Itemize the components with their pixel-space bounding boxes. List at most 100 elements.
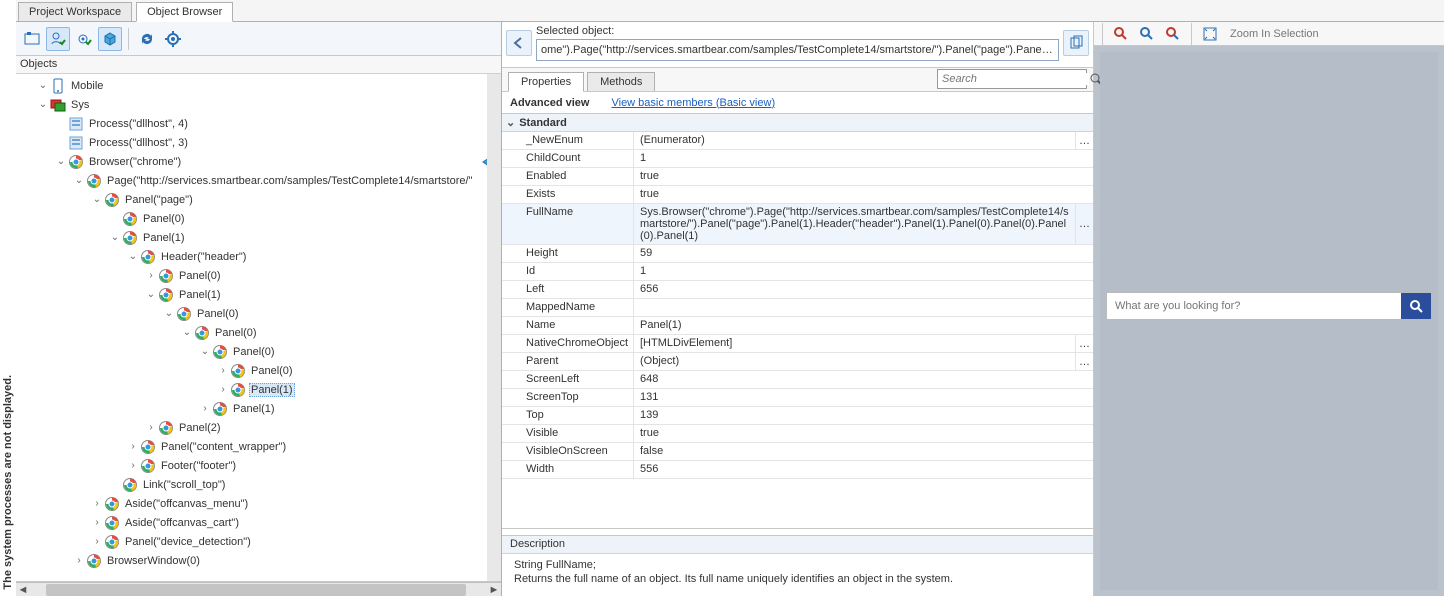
- expand-icon[interactable]: ›: [144, 421, 158, 435]
- tree-node[interactable]: ⌄Header("header"): [18, 247, 501, 266]
- tree-node[interactable]: ⌄Panel(0): [18, 342, 501, 361]
- collapse-icon[interactable]: ⌄: [36, 79, 50, 93]
- highlight-blue-icon[interactable]: [1135, 22, 1159, 46]
- tree-node[interactable]: ›Panel(0): [18, 361, 501, 380]
- property-value[interactable]: 1: [634, 150, 1093, 167]
- expand-icon[interactable]: ›: [90, 497, 104, 511]
- expand-icon[interactable]: ›: [72, 554, 86, 568]
- expand-icon[interactable]: ›: [198, 402, 212, 416]
- property-value[interactable]: 556: [634, 461, 1093, 478]
- collapse-icon[interactable]: ⌄: [90, 193, 104, 207]
- expand-icon[interactable]: ›: [216, 364, 230, 378]
- fit-to-screen-icon[interactable]: [1198, 22, 1222, 46]
- property-row[interactable]: Height59: [502, 245, 1093, 263]
- preview-search-input[interactable]: [1107, 293, 1401, 319]
- expand-icon[interactable]: ›: [126, 440, 140, 454]
- expand-icon[interactable]: ›: [144, 269, 158, 283]
- property-search-input[interactable]: [938, 73, 1089, 85]
- highlight-mixed-icon[interactable]: [1161, 22, 1185, 46]
- property-row[interactable]: Existstrue: [502, 186, 1093, 204]
- expand-icon[interactable]: ›: [90, 516, 104, 530]
- tree-node[interactable]: ›Panel(1): [18, 380, 501, 399]
- collapse-icon[interactable]: ⌄: [126, 250, 140, 264]
- collapse-icon[interactable]: ⌄: [144, 288, 158, 302]
- collapse-icon[interactable]: ⌄: [72, 174, 86, 188]
- tree-node[interactable]: ›Panel(0): [18, 266, 501, 285]
- tree-node[interactable]: ⌄Panel(0): [18, 304, 501, 323]
- property-row[interactable]: Parent(Object)…: [502, 353, 1093, 371]
- tree-node[interactable]: ⌄Page("http://services.smartbear.com/sam…: [18, 171, 501, 190]
- settings-gear-button[interactable]: [161, 27, 185, 51]
- property-value[interactable]: 139: [634, 407, 1093, 424]
- back-button[interactable]: [506, 30, 532, 56]
- tree-node[interactable]: ›Panel("device_detection"): [18, 532, 501, 551]
- property-row[interactable]: Width556: [502, 461, 1093, 479]
- collapse-icon[interactable]: ⌄: [162, 307, 176, 321]
- tree-node[interactable]: ›Aside("offcanvas_cart"): [18, 513, 501, 532]
- group-collapse-icon[interactable]: ⌄: [506, 116, 515, 129]
- tree-node[interactable]: ⌄Browser("chrome"): [18, 152, 501, 171]
- ellipsis-button[interactable]: …: [1075, 132, 1093, 149]
- tree-node[interactable]: ⌄Panel(1): [18, 285, 501, 304]
- tree-node[interactable]: Process("dllhost", 4): [18, 114, 501, 133]
- property-value[interactable]: 656: [634, 281, 1093, 298]
- tree-node[interactable]: ›Panel("content_wrapper"): [18, 437, 501, 456]
- scroll-right-arrow-icon[interactable]: ►: [487, 583, 501, 596]
- property-row[interactable]: Visibletrue: [502, 425, 1093, 443]
- tab-project-workspace[interactable]: Project Workspace: [18, 2, 132, 21]
- property-value[interactable]: [634, 299, 1093, 316]
- property-search[interactable]: [937, 69, 1087, 89]
- tree-node[interactable]: ›Panel(1): [18, 399, 501, 418]
- collapse-icon[interactable]: ⌄: [180, 326, 194, 340]
- preview-search-go-button[interactable]: [1401, 293, 1431, 319]
- tree-node[interactable]: Process("dllhost", 3): [18, 133, 501, 152]
- tree-node[interactable]: ›BrowserWindow(0): [18, 551, 501, 570]
- tree-node[interactable]: ⌄Mobile: [18, 76, 501, 95]
- property-row[interactable]: NamePanel(1): [502, 317, 1093, 335]
- scroll-thumb[interactable]: [46, 584, 466, 596]
- property-row[interactable]: VisibleOnScreenfalse: [502, 443, 1093, 461]
- ellipsis-button[interactable]: …: [1075, 353, 1093, 370]
- tab-object-browser[interactable]: Object Browser: [136, 2, 233, 22]
- tree-node[interactable]: ⌄Panel(0): [18, 323, 501, 342]
- tree-node[interactable]: ⌄Panel(1): [18, 228, 501, 247]
- collapse-icon[interactable]: ⌄: [54, 155, 68, 169]
- property-value[interactable]: 1: [634, 263, 1093, 280]
- property-value[interactable]: 131: [634, 389, 1093, 406]
- tree-node[interactable]: Panel(0): [18, 209, 501, 228]
- property-value[interactable]: 648: [634, 371, 1093, 388]
- collapse-icon[interactable]: ⌄: [36, 98, 50, 112]
- tool-btn-1[interactable]: [20, 27, 44, 51]
- property-value[interactable]: (Enumerator): [634, 132, 1075, 149]
- tree-node[interactable]: ›Panel(2): [18, 418, 501, 437]
- collapse-icon[interactable]: ⌄: [108, 231, 122, 245]
- tree-node[interactable]: ⌄Panel("page"): [18, 190, 501, 209]
- property-value[interactable]: (Object): [634, 353, 1075, 370]
- tab-methods[interactable]: Methods: [587, 72, 655, 91]
- properties-grid[interactable]: ⌄Standard_NewEnum(Enumerator)…ChildCount…: [502, 114, 1093, 529]
- expand-icon[interactable]: ›: [216, 383, 230, 397]
- property-value[interactable]: Panel(1): [634, 317, 1093, 334]
- property-row[interactable]: Left656: [502, 281, 1093, 299]
- expand-icon[interactable]: ›: [126, 459, 140, 473]
- ellipsis-button[interactable]: …: [1075, 335, 1093, 352]
- highlight-red-icon[interactable]: [1109, 22, 1133, 46]
- property-value[interactable]: 59: [634, 245, 1093, 262]
- tree-node[interactable]: ›Aside("offcanvas_menu"): [18, 494, 501, 513]
- scroll-left-arrow-icon[interactable]: ◄: [16, 583, 30, 596]
- ellipsis-button[interactable]: …: [1075, 204, 1093, 244]
- property-row[interactable]: _NewEnum(Enumerator)…: [502, 132, 1093, 150]
- property-value[interactable]: [HTMLDivElement]: [634, 335, 1075, 352]
- property-value[interactable]: true: [634, 186, 1093, 203]
- tab-properties[interactable]: Properties: [508, 72, 584, 92]
- tree-horizontal-scrollbar[interactable]: ◄ ►: [16, 582, 501, 596]
- property-row[interactable]: ChildCount1: [502, 150, 1093, 168]
- expand-icon[interactable]: ›: [90, 535, 104, 549]
- property-row[interactable]: ScreenLeft648: [502, 371, 1093, 389]
- property-value[interactable]: Sys.Browser("chrome").Page("http://servi…: [634, 204, 1075, 244]
- tree-node[interactable]: ›Footer("footer"): [18, 456, 501, 475]
- property-row[interactable]: FullNameSys.Browser("chrome").Page("http…: [502, 204, 1093, 245]
- property-value[interactable]: true: [634, 425, 1093, 442]
- tool-btn-filter-users[interactable]: [46, 27, 70, 51]
- tool-btn-cube[interactable]: [98, 27, 122, 51]
